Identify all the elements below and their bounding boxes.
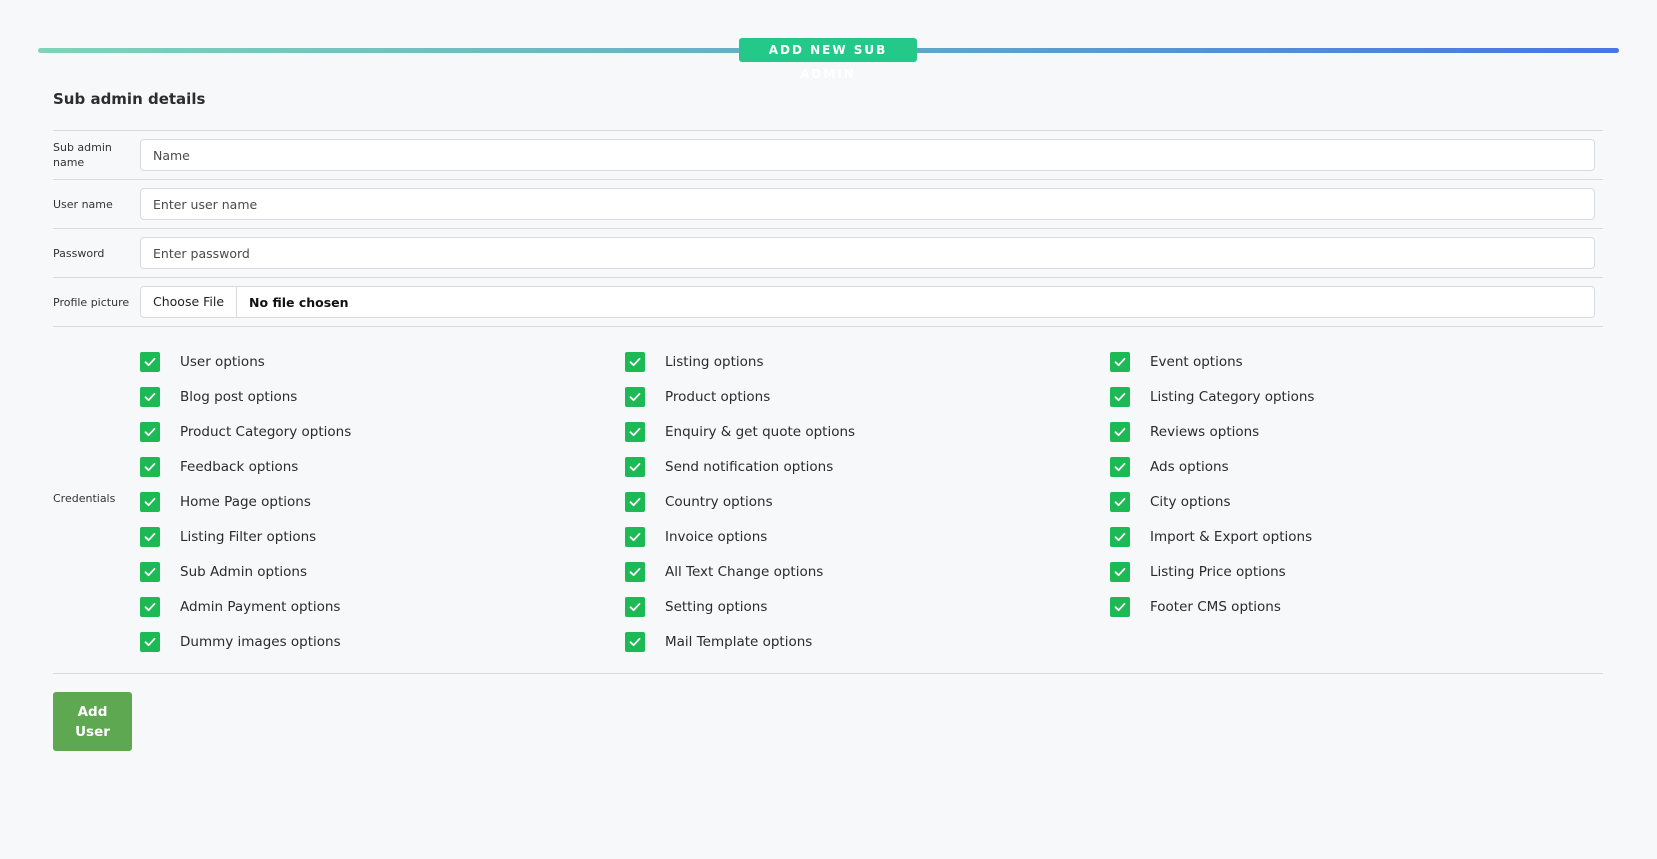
checkbox-checked-icon[interactable] — [1110, 562, 1130, 582]
password-input[interactable] — [140, 237, 1595, 269]
credential-option-label: Reviews options — [1150, 424, 1260, 440]
credential-option-label: Footer CMS options — [1150, 599, 1281, 615]
credential-option[interactable]: Listing Price options — [1110, 561, 1286, 583]
credential-option[interactable]: Import & Export options — [1110, 526, 1312, 548]
credential-option-label: Setting options — [665, 599, 768, 615]
credential-option[interactable]: Listing Filter options — [140, 526, 316, 548]
credential-option[interactable]: Mail Template options — [625, 631, 812, 653]
sub-admin-name-input[interactable] — [140, 139, 1595, 171]
credential-option[interactable]: All Text Change options — [625, 561, 823, 583]
checkbox-checked-icon[interactable] — [625, 457, 645, 477]
checkbox-checked-icon[interactable] — [140, 562, 160, 582]
credential-option-label: All Text Change options — [665, 564, 824, 580]
credential-option-label: Product options — [665, 389, 771, 405]
checkbox-checked-icon[interactable] — [1110, 352, 1130, 372]
credentials-label: Credentials — [53, 492, 116, 505]
checkbox-checked-icon[interactable] — [625, 527, 645, 547]
checkbox-checked-icon[interactable] — [625, 597, 645, 617]
checkbox-checked-icon[interactable] — [1110, 492, 1130, 512]
credential-option[interactable]: Listing Category options — [1110, 386, 1314, 408]
credential-option-label: Product Category options — [180, 424, 352, 440]
credential-option[interactable]: Blog post options — [140, 386, 297, 408]
credential-option-label: Country options — [665, 494, 773, 510]
credential-option[interactable]: Enquiry & get quote options — [625, 421, 855, 443]
credential-option[interactable]: Invoice options — [625, 526, 767, 548]
credential-option-label: User options — [180, 354, 265, 370]
checkbox-checked-icon[interactable] — [625, 387, 645, 407]
checkbox-checked-icon[interactable] — [140, 527, 160, 547]
add-user-button[interactable]: Add User — [53, 692, 132, 751]
credential-option-label: Mail Template options — [665, 634, 813, 650]
credential-option-label: Import & Export options — [1150, 529, 1313, 545]
credential-option[interactable]: Dummy images options — [140, 631, 341, 653]
divider — [53, 277, 1603, 278]
credential-option[interactable]: Sub Admin options — [140, 561, 307, 583]
credential-option[interactable]: Feedback options — [140, 456, 298, 478]
profile-picture-file-input: Choose File No file chosen — [140, 286, 1595, 318]
credential-option-label: Listing Filter options — [180, 529, 317, 545]
file-status-text: No file chosen — [249, 294, 349, 310]
checkbox-checked-icon[interactable] — [140, 422, 160, 442]
choose-file-button[interactable]: Choose File — [141, 287, 238, 317]
credential-option-label: City options — [1150, 494, 1231, 510]
divider — [53, 673, 1603, 674]
password-label: Password — [53, 247, 105, 260]
credential-option[interactable]: City options — [1110, 491, 1230, 513]
checkbox-checked-icon[interactable] — [1110, 387, 1130, 407]
credential-option[interactable]: Product Category options — [140, 421, 351, 443]
checkbox-checked-icon[interactable] — [625, 422, 645, 442]
divider — [53, 326, 1603, 327]
checkbox-checked-icon[interactable] — [625, 492, 645, 512]
credential-option[interactable]: User options — [140, 351, 265, 373]
credential-option[interactable]: Listing options — [625, 351, 764, 373]
checkbox-checked-icon[interactable] — [1110, 597, 1130, 617]
credential-option[interactable]: Country options — [625, 491, 773, 513]
username-input[interactable] — [140, 188, 1595, 220]
credential-option[interactable]: Setting options — [625, 596, 767, 618]
checkbox-checked-icon[interactable] — [140, 492, 160, 512]
credential-option-label: Blog post options — [180, 389, 298, 405]
checkbox-checked-icon[interactable] — [140, 457, 160, 477]
credential-option[interactable]: Home Page options — [140, 491, 311, 513]
profile-picture-label: Profile picture — [53, 296, 130, 309]
credential-option-label: Invoice options — [665, 529, 768, 545]
checkbox-checked-icon[interactable] — [625, 632, 645, 652]
credential-option-label: Home Page options — [180, 494, 311, 510]
credential-option-label: Dummy images options — [180, 634, 341, 650]
checkbox-checked-icon[interactable] — [1110, 457, 1130, 477]
checkbox-checked-icon[interactable] — [140, 632, 160, 652]
credential-option-label: Listing Category options — [1150, 389, 1315, 405]
credential-option-label: Send notification options — [665, 459, 834, 475]
credential-option-label: Event options — [1150, 354, 1243, 370]
divider — [53, 228, 1603, 229]
checkbox-checked-icon[interactable] — [1110, 527, 1130, 547]
section-title: Sub admin details — [53, 90, 206, 108]
sub-admin-name-label: Sub admin name — [53, 141, 112, 169]
checkbox-checked-icon[interactable] — [625, 562, 645, 582]
credential-option[interactable]: Reviews options — [1110, 421, 1259, 443]
credential-option-label: Feedback options — [180, 459, 299, 475]
credential-option-label: Ads options — [1150, 459, 1229, 475]
credential-option-label: Listing options — [665, 354, 764, 370]
credential-option[interactable]: Send notification options — [625, 456, 833, 478]
credential-option-label: Admin Payment options — [180, 599, 341, 615]
credential-option-label: Enquiry & get quote options — [665, 424, 856, 440]
checkbox-checked-icon[interactable] — [625, 352, 645, 372]
divider — [53, 130, 1603, 131]
page-title-badge: ADD NEW SUB ADMIN — [739, 38, 917, 81]
checkbox-checked-icon[interactable] — [140, 352, 160, 372]
checkbox-checked-icon[interactable] — [140, 387, 160, 407]
credential-option-label: Sub Admin options — [180, 564, 308, 580]
credential-option[interactable]: Footer CMS options — [1110, 596, 1281, 618]
checkbox-checked-icon[interactable] — [1110, 422, 1130, 442]
credential-option[interactable]: Ads options — [1110, 456, 1229, 478]
credential-option[interactable]: Product options — [625, 386, 770, 408]
credential-option[interactable]: Admin Payment options — [140, 596, 340, 618]
credential-option[interactable]: Event options — [1110, 351, 1243, 373]
username-label: User name — [53, 198, 113, 211]
checkbox-checked-icon[interactable] — [140, 597, 160, 617]
divider — [53, 179, 1603, 180]
credential-option-label: Listing Price options — [1150, 564, 1286, 580]
